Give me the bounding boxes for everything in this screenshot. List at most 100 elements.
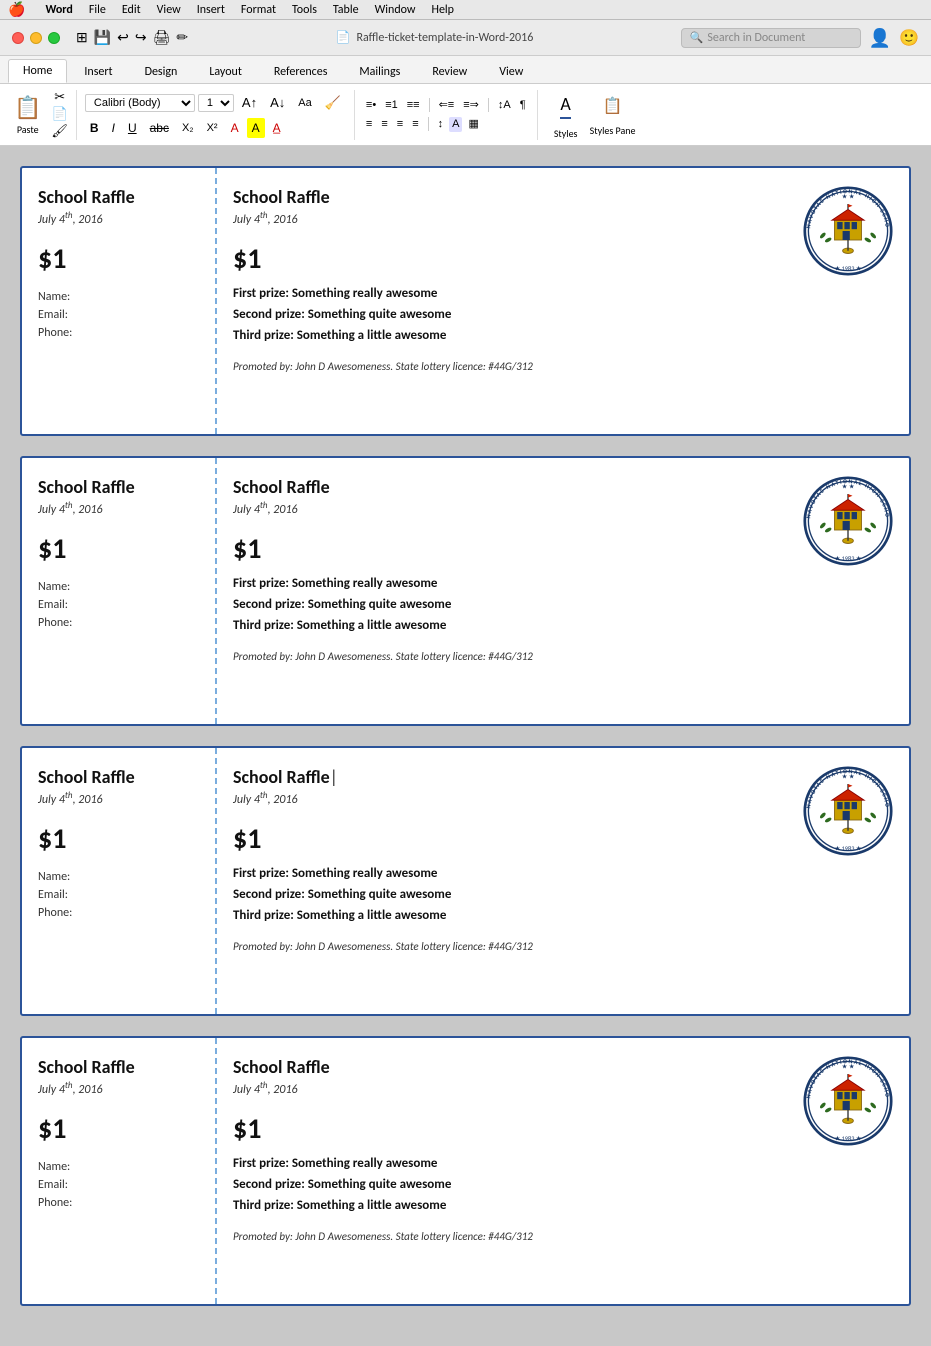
search-bar[interactable]: 🔍 Search in Document [681,28,861,48]
tab-view[interactable]: View [484,60,538,83]
apple-menu[interactable]: 🍎 [8,1,25,18]
main-title-2: School Raffle| [233,766,793,788]
menu-edit[interactable]: Edit [122,3,141,17]
main-title-0: School Raffle [233,186,793,208]
toolbar-redo-icon[interactable]: ↪ [135,29,147,46]
stub-name-1: Name: [38,580,199,594]
font-grow-button[interactable]: A↑ [237,92,262,113]
main-title-section-1: School Raffle July 4th, 2016 $1 [233,476,793,566]
school-seal-0: ★ ★ ★ 1983 ★ NAVOTAS NATIONAL HIGH SCHOO… [803,186,893,276]
main-price-3: $1 [233,1111,793,1146]
numbered-list-button[interactable]: ≡1 [382,98,401,113]
ticket-prizes-2: First prize: Something really awesome Se… [233,864,893,926]
prize3-3: Third prize: Something a little awesome [233,1196,893,1217]
format-painter-icon[interactable]: 🖌 [51,124,68,139]
underline-button[interactable]: U [123,118,142,138]
menu-tools[interactable]: Tools [292,3,317,17]
ticket-card-3[interactable]: School Raffle July 4th, 2016 $1 Name: Em… [20,1036,911,1306]
tab-references[interactable]: References [259,60,343,83]
tab-design[interactable]: Design [130,60,193,83]
toolbar-pencil-icon[interactable]: ✏ [176,29,188,46]
menu-table[interactable]: Table [333,3,359,17]
italic-button[interactable]: I [107,118,120,138]
toolbar-undo-icon[interactable]: ↩ [117,29,129,46]
cut-icon[interactable]: ✂ [54,90,65,105]
menu-insert[interactable]: Insert [197,3,225,17]
ticket-header-2: School Raffle| July 4th, 2016 $1 ★ ★ ★ 1… [233,766,893,856]
bold-button[interactable]: B [85,118,104,138]
tab-review[interactable]: Review [417,60,482,83]
borders-button[interactable]: ▦ [465,117,481,132]
font-color-button[interactable]: A [226,118,244,138]
menu-view[interactable]: View [157,3,181,17]
decrease-indent-button[interactable]: ⇐≡ [436,98,458,113]
change-case-button[interactable]: Aa [293,94,316,112]
close-button[interactable] [12,32,24,44]
font-shrink-button[interactable]: A↓ [265,92,290,113]
stub-price-0: $1 [38,241,199,276]
clear-format-button[interactable]: 🧹 [320,92,346,114]
align-center-button[interactable]: ≡ [378,117,390,132]
ticket-promo-3: Promoted by: John D Awesomeness. State l… [233,1230,893,1243]
tab-mailings[interactable]: Mailings [344,60,415,83]
copy-icon[interactable]: 📄 [52,107,68,122]
show-formatting-button[interactable]: ¶ [517,98,529,113]
menu-help[interactable]: Help [431,3,454,17]
tab-layout[interactable]: Layout [194,60,257,83]
font-family-select[interactable]: Calibri (Body) [85,94,195,112]
ticket-card-0[interactable]: School Raffle July 4th, 2016 $1 Name: Em… [20,166,911,436]
toolbar-sidebar-icon[interactable]: ⊞ [76,29,88,46]
strikethrough-button[interactable]: abc [145,118,174,138]
ticket-card-2[interactable]: School Raffle July 4th, 2016 $1 Name: Em… [20,746,911,1016]
stub-title-2: School Raffle [38,766,199,788]
stub-phone-1: Phone: [38,616,199,630]
bullet-list-button[interactable]: ≡• [363,98,379,113]
prize2-3: Second prize: Something quite awesome [233,1175,893,1196]
text-color-button[interactable]: A̲ [268,118,286,138]
school-seal-3: ★ ★ ★ 1983 ★ NAVOTAS NATIONAL HIGH SCHOO… [803,1056,893,1146]
stub-title-1: School Raffle [38,476,199,498]
superscript-button[interactable]: X² [202,119,223,137]
multilevel-list-button[interactable]: ≡≡ [404,98,423,113]
account-icon[interactable]: 👤 [869,27,891,49]
menu-file[interactable]: File [89,3,106,17]
stub-date-1: July 4th, 2016 [38,500,199,517]
main-price-0: $1 [233,241,793,276]
menu-word[interactable]: Word [45,3,72,17]
divider-3 [537,90,538,140]
stub-name-2: Name: [38,870,199,884]
main-date-0: July 4th, 2016 [233,210,793,227]
align-right-button[interactable]: ≡ [394,117,406,132]
sort-button[interactable]: ↕A [495,98,514,113]
menu-window[interactable]: Window [375,3,416,17]
svg-text:★ 1983 ★: ★ 1983 ★ [835,1135,862,1143]
paste-button[interactable]: 📋 Paste [8,90,47,140]
font-size-select[interactable]: 14 [198,94,234,112]
tab-insert[interactable]: Insert [69,60,127,83]
ticket-main-1: School Raffle July 4th, 2016 $1 ★ ★ ★ 19… [217,458,909,724]
justify-button[interactable]: ≡ [409,117,421,132]
ticket-header-1: School Raffle July 4th, 2016 $1 ★ ★ ★ 19… [233,476,893,566]
styles-button[interactable]: A [546,89,586,123]
emoji-icon[interactable]: 🙂 [899,28,919,48]
stub-phone-3: Phone: [38,1196,199,1210]
align-left-button[interactable]: ≡ [363,117,375,132]
subscript-button[interactable]: X₂ [177,119,199,137]
increase-indent-button[interactable]: ≡⇒ [460,98,482,113]
title-bar: ⊞ 💾 ↩ ↪ 🖨 ✏ 📄 Raffle-ticket-template-in-… [0,20,931,56]
tab-home[interactable]: Home [8,59,67,83]
line-spacing-button[interactable]: ↕ [435,117,447,132]
highlight-button[interactable]: A [247,118,265,138]
styles-pane-button[interactable]: 📋 [593,92,633,120]
prize1-2: First prize: Something really awesome [233,864,893,885]
stub-date-0: July 4th, 2016 [38,210,199,227]
toolbar-print-icon[interactable]: 🖨 [153,29,171,46]
minimize-button[interactable] [30,32,42,44]
fullscreen-button[interactable] [48,32,60,44]
shading-button[interactable]: A [449,117,462,132]
main-date-3: July 4th, 2016 [233,1080,793,1097]
ticket-card-1[interactable]: School Raffle July 4th, 2016 $1 Name: Em… [20,456,911,726]
toolbar-save-icon[interactable]: 💾 [94,29,111,46]
title-bar-left: ⊞ 💾 ↩ ↪ 🖨 ✏ [12,29,188,46]
menu-format[interactable]: Format [241,3,276,17]
